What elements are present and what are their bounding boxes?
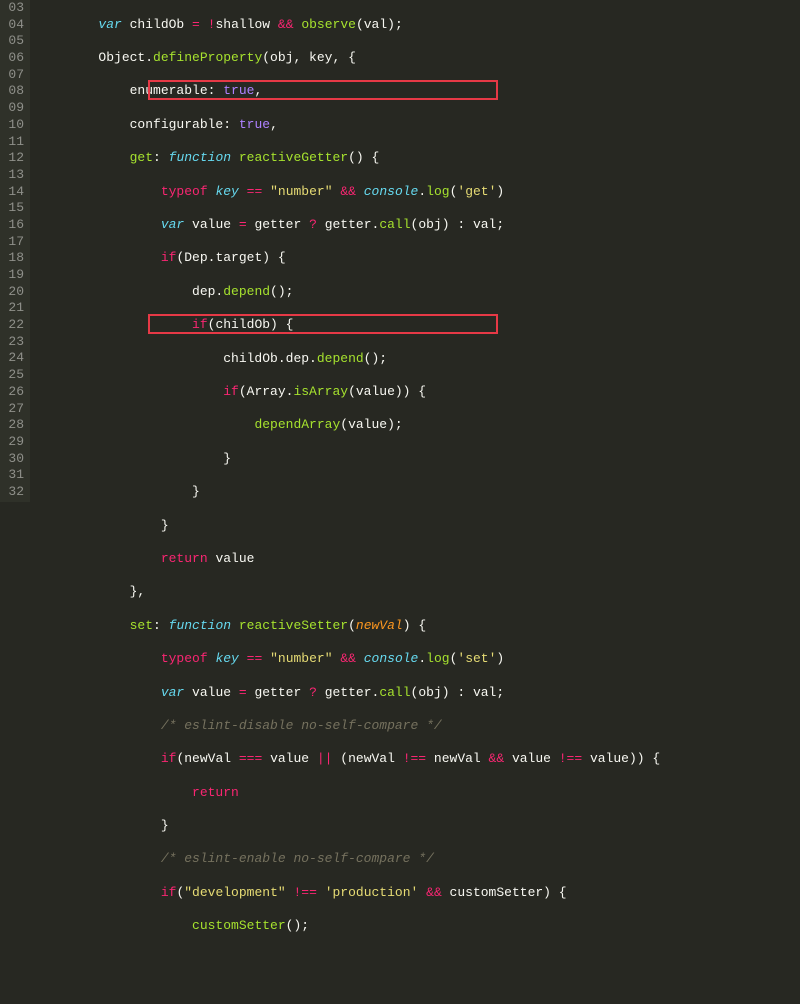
- line-number: 24: [0, 350, 24, 367]
- line-number: 27: [0, 401, 24, 418]
- code-line[interactable]: dep.depend();: [36, 284, 800, 301]
- code-line[interactable]: },: [36, 584, 800, 601]
- line-number: 29: [0, 434, 24, 451]
- code-line[interactable]: dependArray(value);: [36, 417, 800, 434]
- line-number: 21: [0, 300, 24, 317]
- code-line[interactable]: /* eslint-disable no-self-compare */: [36, 718, 800, 735]
- code-line[interactable]: if(Dep.target) {: [36, 250, 800, 267]
- code-line[interactable]: if(newVal === value || (newVal !== newVa…: [36, 751, 800, 768]
- code-line[interactable]: var value = getter ? getter.call(obj) : …: [36, 217, 800, 234]
- code-line[interactable]: return value: [36, 551, 800, 568]
- code-line[interactable]: }: [36, 451, 800, 468]
- code-line[interactable]: if(Array.isArray(value)) {: [36, 384, 800, 401]
- line-number: 08: [0, 83, 24, 100]
- code-editor[interactable]: 03 04 05 06 07 08 09 10 11 12 13 14 15 1…: [0, 0, 800, 502]
- line-number: 05: [0, 33, 24, 50]
- line-number: 14: [0, 184, 24, 201]
- line-number: 30: [0, 451, 24, 468]
- line-number: 23: [0, 334, 24, 351]
- code-line[interactable]: if("development" !== 'production' && cus…: [36, 885, 800, 902]
- line-number: 31: [0, 467, 24, 484]
- line-number: 26: [0, 384, 24, 401]
- line-number: 13: [0, 167, 24, 184]
- line-number: 11: [0, 134, 24, 151]
- line-number: 03: [0, 0, 24, 17]
- code-line[interactable]: [36, 952, 800, 969]
- code-line[interactable]: if(childOb) {: [36, 317, 800, 334]
- code-line[interactable]: customSetter();: [36, 918, 800, 935]
- code-line[interactable]: get: function reactiveGetter() {: [36, 150, 800, 167]
- code-line[interactable]: enumerable: true,: [36, 83, 800, 100]
- code-line[interactable]: typeof key == "number" && console.log('s…: [36, 651, 800, 668]
- line-number: 16: [0, 217, 24, 234]
- line-number: 25: [0, 367, 24, 384]
- line-number: 10: [0, 117, 24, 134]
- line-number: 15: [0, 200, 24, 217]
- code-line[interactable]: var childOb = !shallow && observe(val);: [36, 17, 800, 34]
- line-number: 07: [0, 67, 24, 84]
- line-number: 17: [0, 234, 24, 251]
- code-line[interactable]: configurable: true,: [36, 117, 800, 134]
- line-number: 19: [0, 267, 24, 284]
- code-line[interactable]: }: [36, 518, 800, 535]
- line-number: 12: [0, 150, 24, 167]
- line-number: 28: [0, 417, 24, 434]
- line-number: 20: [0, 284, 24, 301]
- line-number: 09: [0, 100, 24, 117]
- line-number: 22: [0, 317, 24, 334]
- code-line[interactable]: Object.defineProperty(obj, key, {: [36, 50, 800, 67]
- code-area[interactable]: var childOb = !shallow && observe(val); …: [30, 0, 800, 502]
- code-line[interactable]: typeof key == "number" && console.log('g…: [36, 184, 800, 201]
- line-number-gutter: 03 04 05 06 07 08 09 10 11 12 13 14 15 1…: [0, 0, 30, 502]
- code-line[interactable]: }: [36, 818, 800, 835]
- line-number: 06: [0, 50, 24, 67]
- code-line[interactable]: childOb.dep.depend();: [36, 351, 800, 368]
- code-line[interactable]: }: [36, 484, 800, 501]
- code-line[interactable]: var value = getter ? getter.call(obj) : …: [36, 685, 800, 702]
- code-line[interactable]: return: [36, 785, 800, 802]
- line-number: 18: [0, 250, 24, 267]
- line-number: 32: [0, 484, 24, 501]
- code-line[interactable]: /* eslint-enable no-self-compare */: [36, 851, 800, 868]
- line-number: 04: [0, 17, 24, 34]
- code-line[interactable]: set: function reactiveSetter(newVal) {: [36, 618, 800, 635]
